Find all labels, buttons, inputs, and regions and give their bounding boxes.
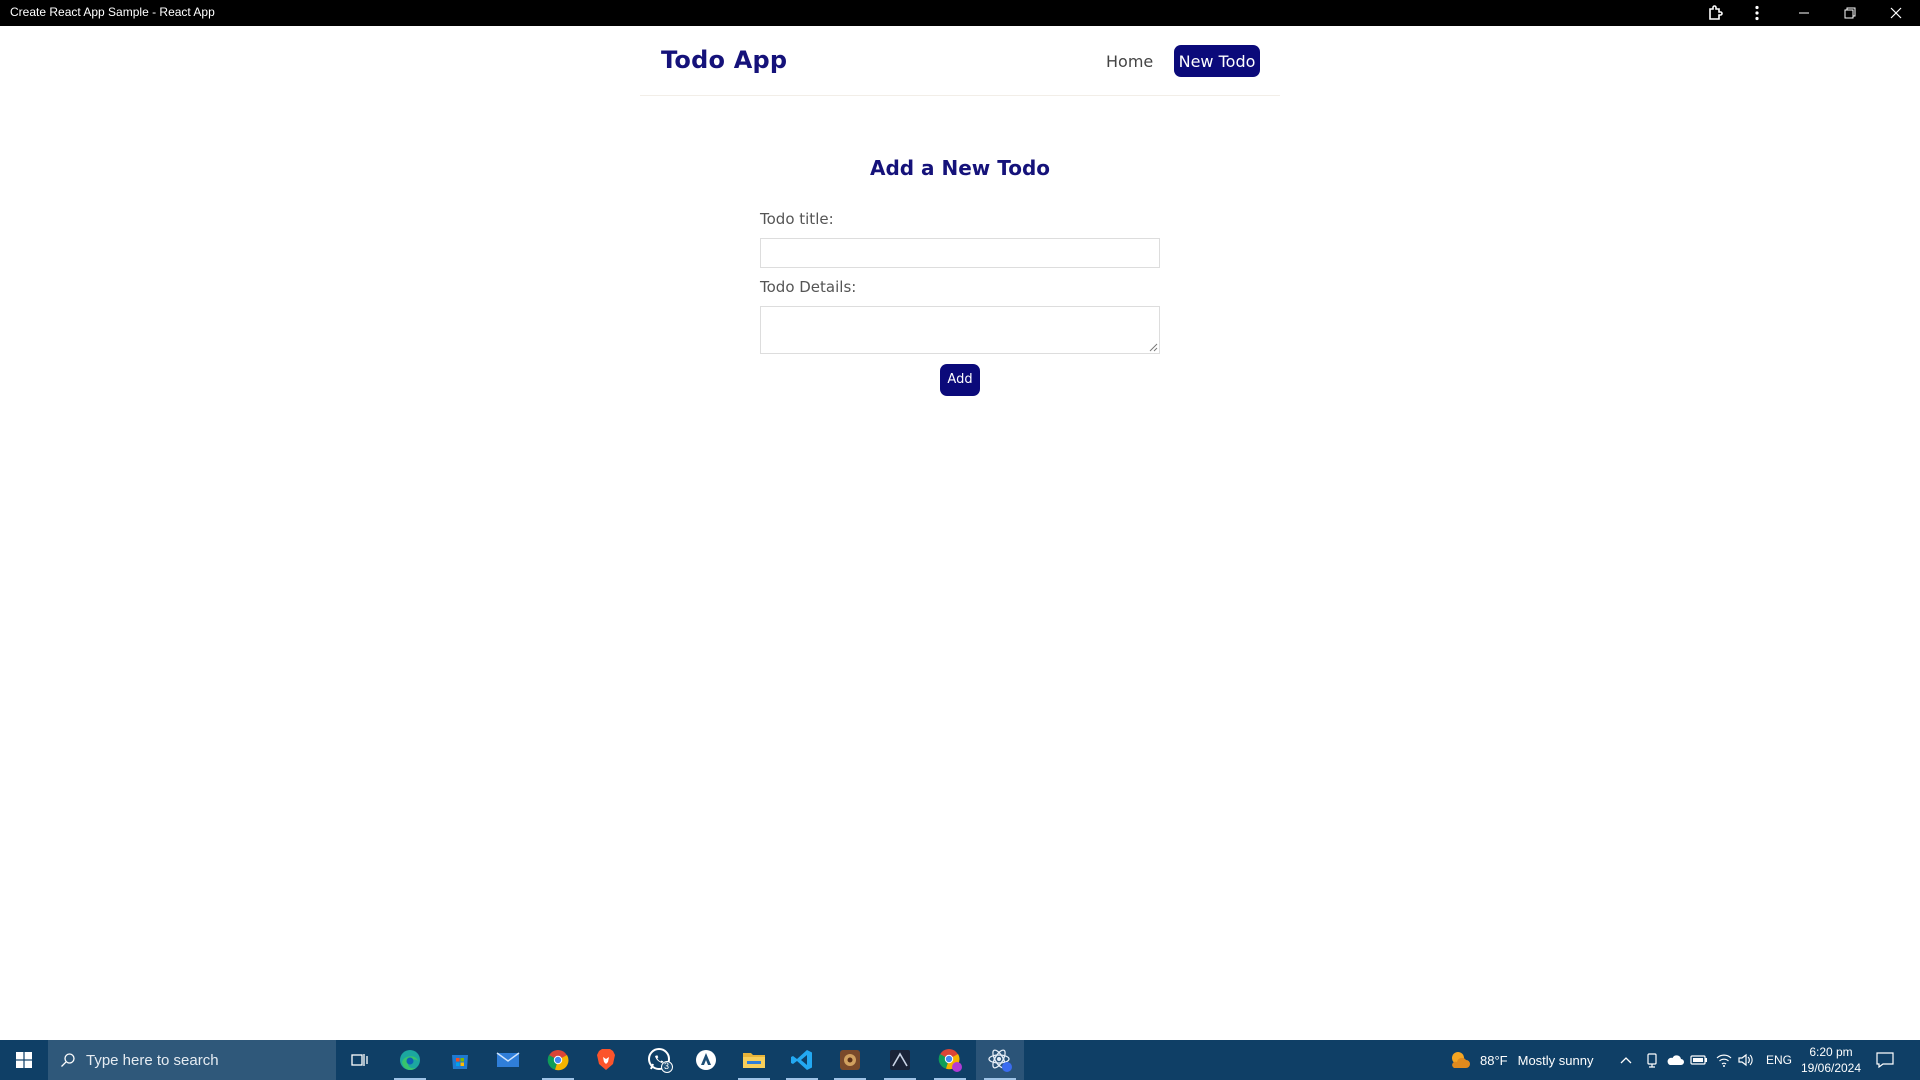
- game-icon: [840, 1050, 860, 1070]
- chrome-icon: [547, 1050, 569, 1071]
- close-icon: [1890, 7, 1902, 19]
- window-title: Create React App Sample - React App: [10, 5, 215, 19]
- app-icon: [890, 1050, 910, 1070]
- todo-title-input[interactable]: [760, 238, 1160, 268]
- tray-language[interactable]: ENG: [1766, 1040, 1792, 1080]
- todo-details-label: Todo Details:: [760, 278, 857, 296]
- tray-onedrive-button[interactable]: [1666, 1040, 1684, 1080]
- nav-link-new-todo[interactable]: New Todo: [1174, 45, 1260, 77]
- resize-grip-icon[interactable]: [1149, 343, 1158, 352]
- minimize-icon: [1799, 12, 1809, 14]
- restore-button[interactable]: [1828, 0, 1872, 26]
- app-page: Todo App Home New Todo Add a New Todo To…: [0, 26, 1920, 1040]
- taskbar-search-box[interactable]: Type here to search: [48, 1040, 336, 1080]
- clock-date: 19/06/2024: [1800, 1061, 1862, 1075]
- show-hidden-icons-button[interactable]: [1620, 1040, 1632, 1080]
- brave-app-button[interactable]: [582, 1040, 630, 1080]
- app-brand: Todo App: [661, 46, 788, 74]
- volume-icon: [1738, 1053, 1753, 1067]
- app-button[interactable]: [682, 1040, 730, 1080]
- close-button[interactable]: [1874, 0, 1918, 26]
- vscode-app-button[interactable]: [778, 1040, 826, 1080]
- extensions-icon: [1709, 5, 1723, 20]
- react-app-button[interactable]: [976, 1040, 1024, 1080]
- battery-icon: [1690, 1055, 1707, 1065]
- whatsapp-app-button[interactable]: 3: [636, 1040, 684, 1080]
- start-button[interactable]: [0, 1040, 48, 1080]
- add-todo-button[interactable]: Add: [940, 364, 980, 396]
- whatsapp-badge: 3: [664, 1061, 670, 1071]
- weather-sunny-icon: [1452, 1052, 1470, 1068]
- search-icon: [61, 1053, 75, 1067]
- window-title-bar: Create React App Sample - React App: [0, 0, 1920, 26]
- chrome-profile-app-button[interactable]: [926, 1040, 974, 1080]
- brave-icon: [597, 1049, 615, 1070]
- react-app-icon: [988, 1049, 1012, 1072]
- todo-details-textarea[interactable]: [760, 306, 1160, 354]
- notification-icon: [1876, 1052, 1894, 1068]
- app-button[interactable]: [876, 1040, 924, 1080]
- new-todo-form: Add a New Todo Todo title: Todo Details:…: [760, 156, 1160, 396]
- windows-logo-icon: [16, 1052, 32, 1068]
- nav-link-home[interactable]: Home: [1106, 52, 1153, 71]
- weather-condition: Mostly sunny: [1517, 1052, 1594, 1068]
- chrome-app-button[interactable]: [534, 1040, 582, 1080]
- wifi-icon: [1716, 1054, 1732, 1067]
- app-icon: [696, 1050, 716, 1070]
- todo-title-label: Todo title:: [760, 210, 834, 228]
- tray-volume-button[interactable]: [1738, 1040, 1754, 1080]
- file-explorer-icon: [743, 1053, 765, 1068]
- vscode-icon: [791, 1050, 812, 1070]
- mail-app-button[interactable]: [484, 1040, 532, 1080]
- tray-meet-button[interactable]: [1645, 1040, 1659, 1080]
- restore-icon: [1844, 7, 1856, 19]
- mail-icon: [496, 1052, 520, 1067]
- minimize-button[interactable]: [1782, 0, 1826, 26]
- task-view-button[interactable]: [336, 1040, 384, 1080]
- tray-network-button[interactable]: [1716, 1040, 1732, 1080]
- more-button[interactable]: [1735, 0, 1779, 26]
- meet-icon: [1647, 1053, 1657, 1068]
- chevron-up-icon: [1620, 1057, 1632, 1064]
- more-icon: [1755, 5, 1759, 21]
- task-view-icon: [351, 1054, 368, 1066]
- store-app-button[interactable]: [436, 1040, 484, 1080]
- edge-icon: [400, 1050, 420, 1070]
- weather-temp: 88°F: [1480, 1052, 1508, 1068]
- taskbar: Type here to search 3 88°F Mostly sunny …: [0, 1040, 1920, 1080]
- store-icon: [452, 1055, 468, 1069]
- extensions-button[interactable]: [1694, 0, 1738, 26]
- weather-widget[interactable]: 88°F Mostly sunny: [1448, 1040, 1593, 1080]
- language-indicator: ENG: [1766, 1053, 1793, 1067]
- file-explorer-app-button[interactable]: [730, 1040, 778, 1080]
- notification-center-button[interactable]: [1876, 1040, 1894, 1080]
- form-heading: Add a New Todo: [869, 156, 1051, 180]
- search-placeholder: Type here to search: [86, 1051, 219, 1069]
- navbar: Todo App Home New Todo: [640, 26, 1280, 96]
- onedrive-icon: [1667, 1055, 1684, 1065]
- edge-app-button[interactable]: [386, 1040, 434, 1080]
- whatsapp-icon: [648, 1048, 673, 1073]
- game-app-button[interactable]: [826, 1040, 874, 1080]
- taskbar-clock[interactable]: 6:20 pm 19/06/2024: [1798, 1044, 1864, 1076]
- chrome-profile-icon: [938, 1049, 962, 1072]
- clock-time: 6:20 pm: [1809, 1045, 1853, 1059]
- tray-battery-button[interactable]: [1690, 1040, 1708, 1080]
